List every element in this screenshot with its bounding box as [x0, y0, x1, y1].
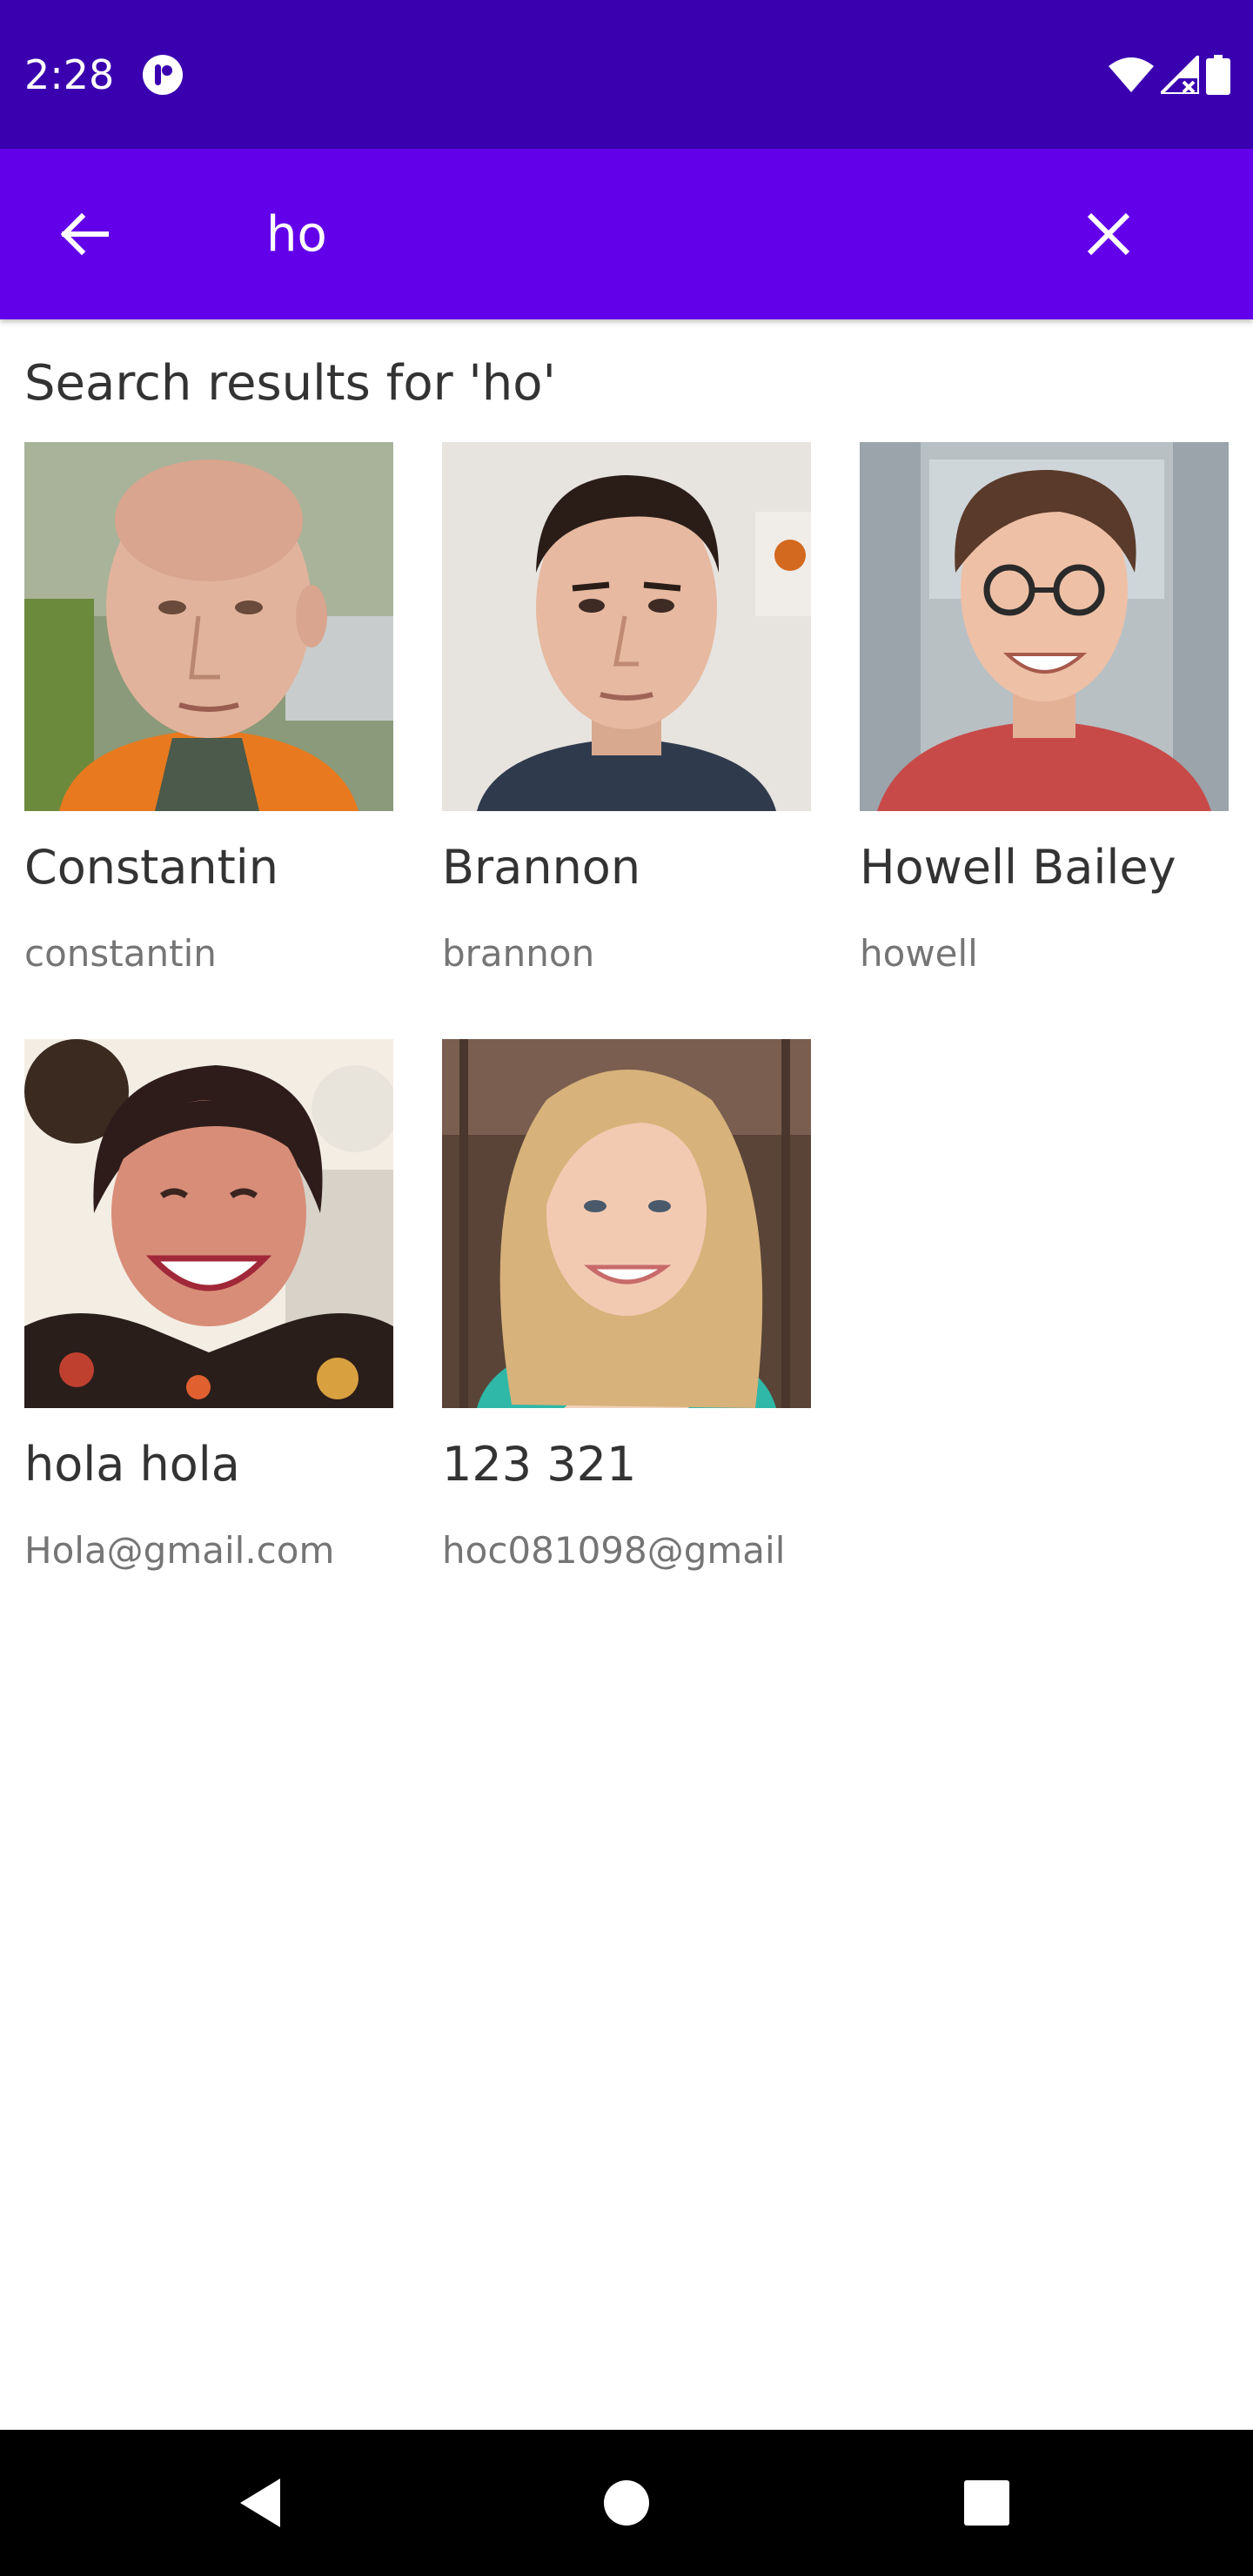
screen: 2:28 ho Search results for 'ho' Constant…: [0, 0, 1253, 2576]
user-name: 123 321: [442, 1437, 637, 1492]
user-card[interactable]: Howell Bailey howell: [860, 442, 1229, 999]
user-card[interactable]: Constantin constantin: [24, 442, 393, 999]
system-navigation-bar: [0, 2430, 1253, 2576]
user-card[interactable]: hola hola Hola@gmail.com: [24, 1039, 393, 1596]
user-name: Howell Bailey: [860, 840, 1176, 895]
user-username: hoc081098@gmail: [442, 1529, 786, 1572]
user-avatar-photo: [442, 442, 811, 811]
nav-home-icon: [604, 2480, 649, 2526]
user-avatar-photo: [860, 442, 1229, 811]
user-card[interactable]: 123 321 hoc081098@gmail: [442, 1039, 811, 1596]
search-results-heading: Search results for 'ho': [24, 355, 556, 412]
user-name: Constantin: [24, 840, 278, 895]
user-name: Brannon: [442, 840, 641, 895]
user-name: hola hola: [24, 1437, 240, 1492]
user-avatar-photo: [24, 442, 393, 811]
search-input[interactable]: [266, 191, 1032, 278]
clear-search-button[interactable]: [1067, 192, 1150, 276]
close-icon: [1087, 212, 1130, 256]
user-username: howell: [860, 932, 978, 975]
signal-icon: [1161, 56, 1199, 94]
status-time: 2:28: [24, 51, 115, 98]
user-username: constantin: [24, 932, 217, 975]
nav-home-button[interactable]: [583, 2459, 670, 2546]
nav-recents-icon: [964, 2480, 1009, 2526]
status-icons: [1109, 54, 1230, 96]
user-avatar-photo: [24, 1039, 393, 1408]
back-button[interactable]: [42, 192, 125, 276]
nav-recents-button[interactable]: [943, 2459, 1030, 2546]
arrow-left-icon: [60, 212, 109, 256]
user-avatar-photo: [442, 1039, 811, 1408]
search-app-bar: [0, 149, 1253, 319]
pocket-app-icon: [142, 54, 184, 96]
battery-icon: [1206, 55, 1230, 95]
wifi-icon: [1109, 57, 1154, 92]
status-bar: 2:28: [0, 0, 1253, 149]
user-card[interactable]: Brannon brannon: [442, 442, 811, 999]
user-username: Hola@gmail.com: [24, 1529, 335, 1572]
user-username: brannon: [442, 932, 595, 975]
nav-back-button[interactable]: [218, 2459, 305, 2546]
nav-back-icon: [240, 2479, 280, 2527]
